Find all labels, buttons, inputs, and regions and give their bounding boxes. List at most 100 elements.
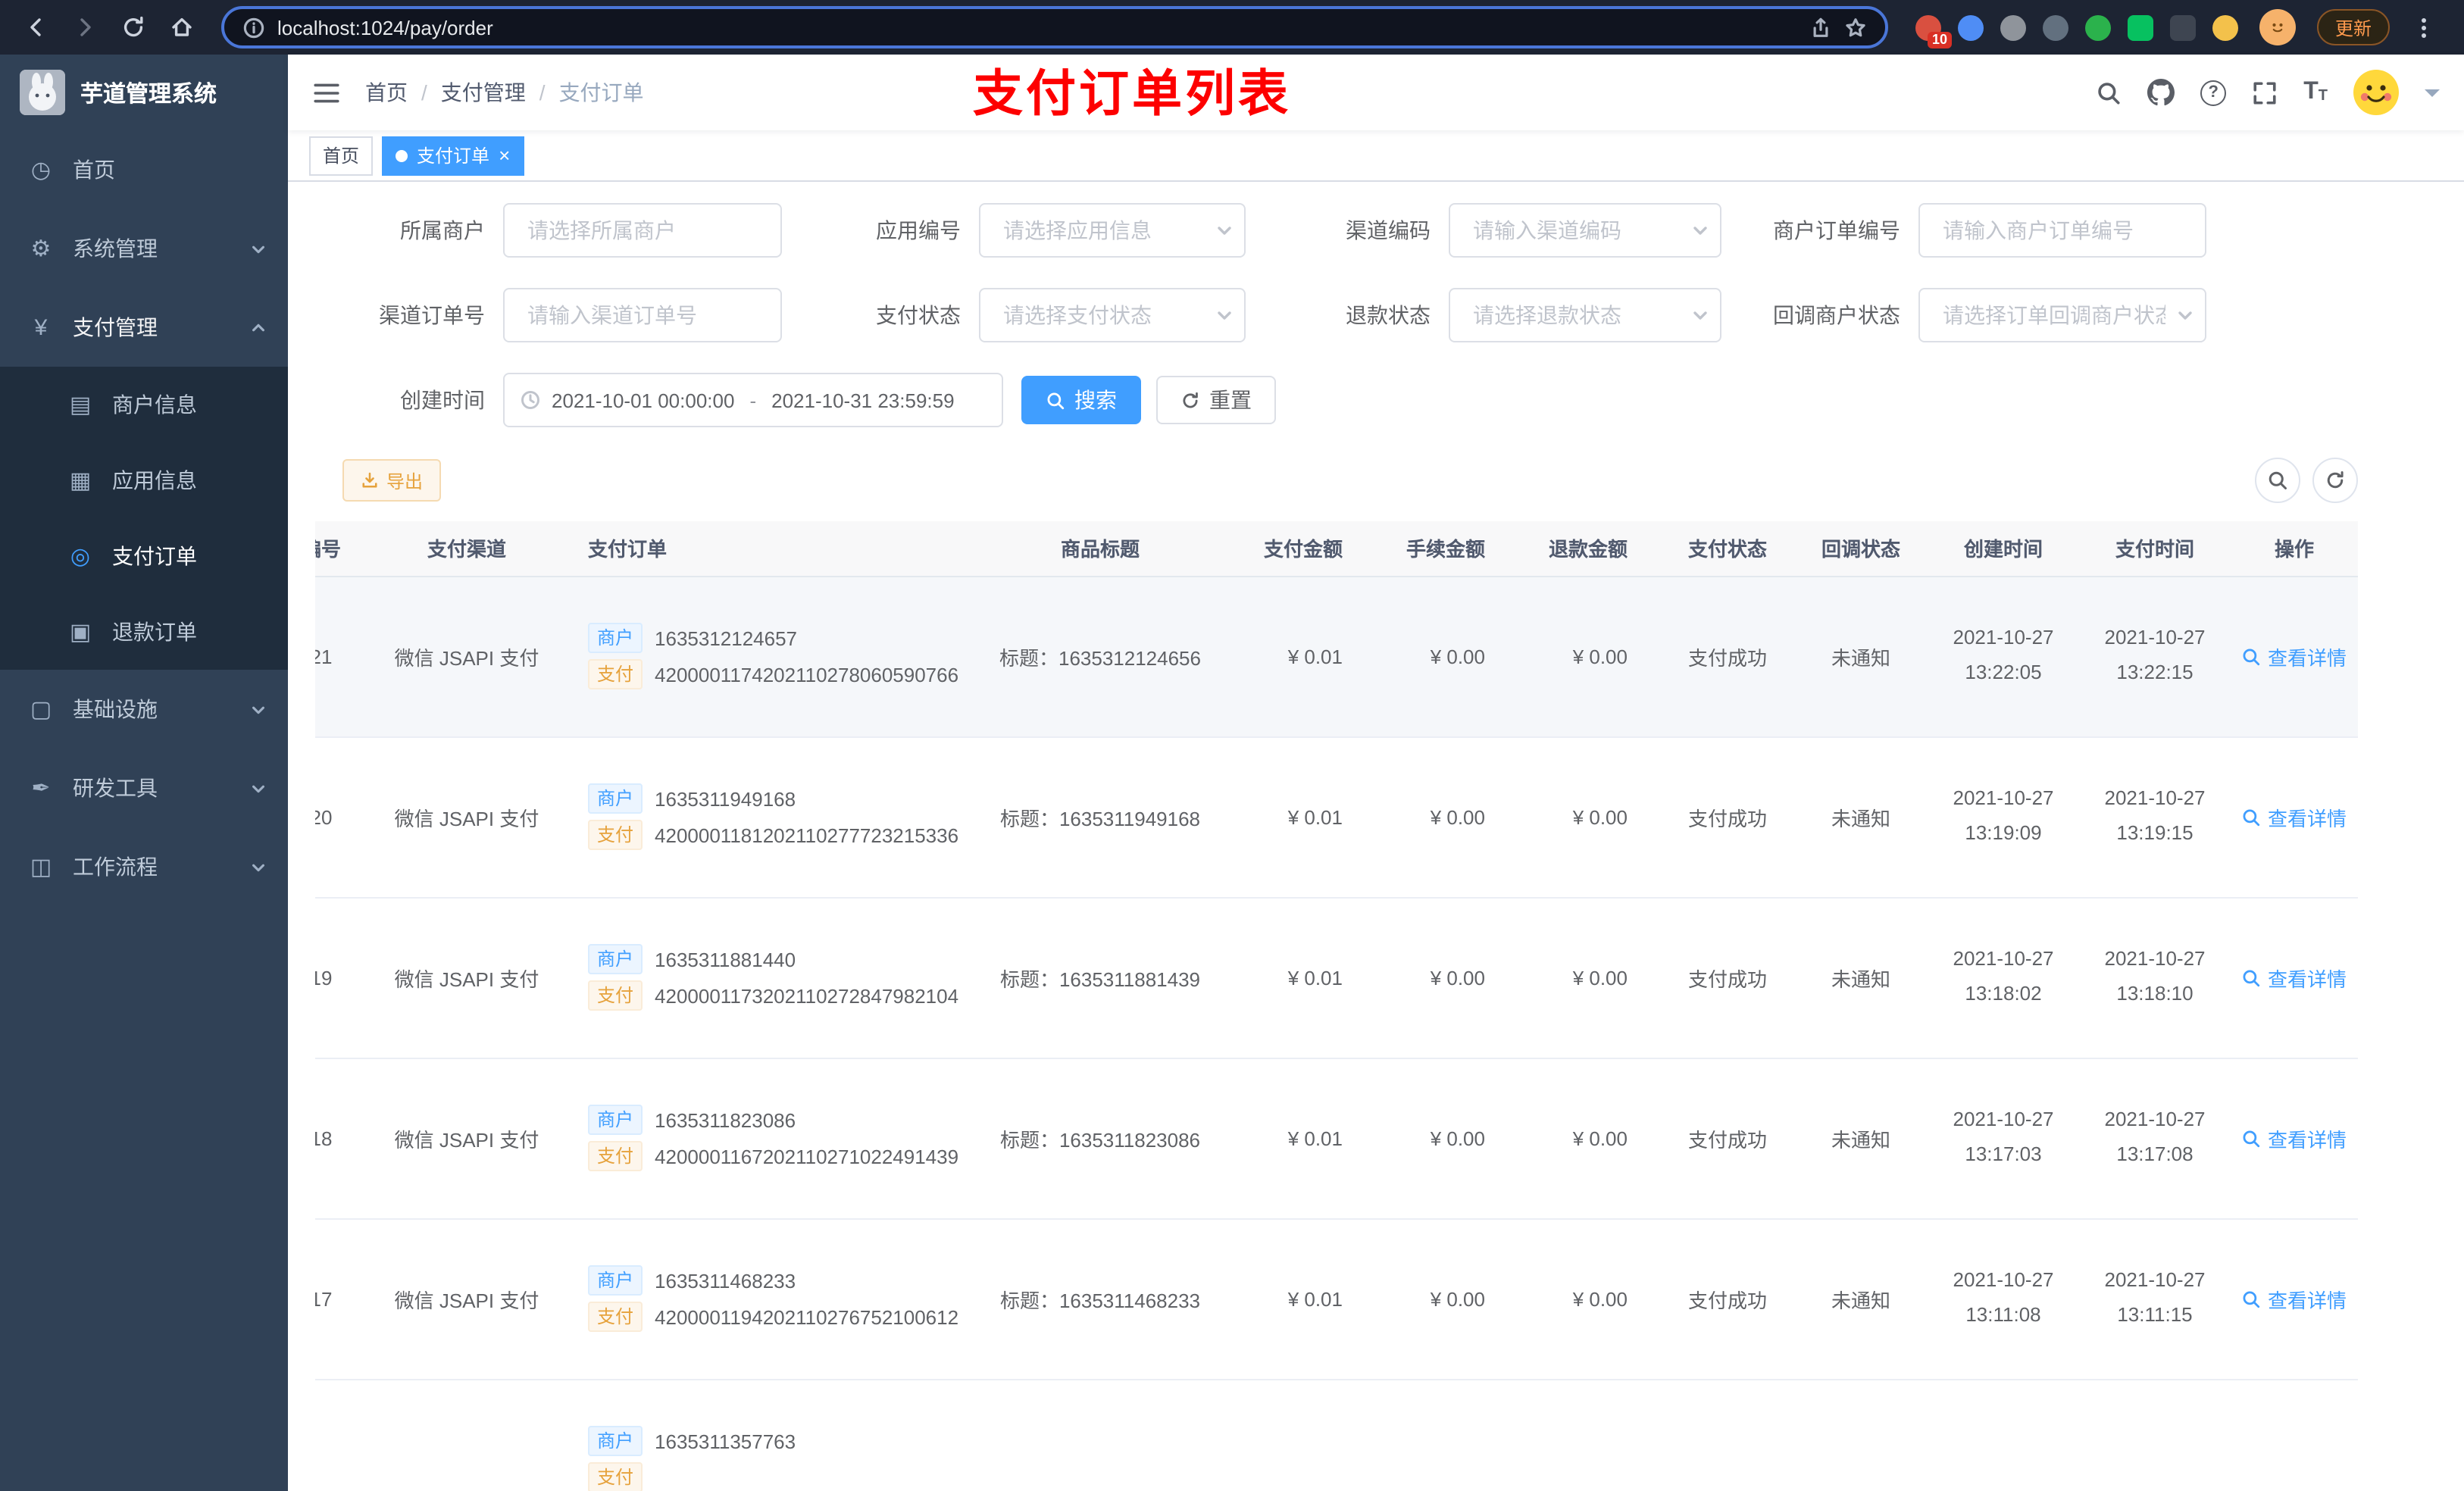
order-cell: 商户 1635311468233 支付 4200001194202110276752… [567,1218,967,1380]
extension-icon[interactable] [1958,14,1984,40]
refund-status-select[interactable]: 请选择退款状态 [1449,288,1721,342]
app-title: 芋道管理系统 [80,81,217,107]
back-icon[interactable] [15,6,58,48]
home-icon[interactable] [161,6,203,48]
col-title: 商品标题 [967,521,1234,577]
user-avatar[interactable] [2353,70,2399,115]
workflow-icon: ◫ [30,855,52,880]
extension-icon[interactable] [2085,14,2111,40]
title-cell: 标题：1635311468233 [967,1218,1234,1380]
sidebar-item-payment[interactable]: ¥ 支付管理 [0,288,288,367]
fullscreen-icon[interactable] [2252,80,2278,105]
card-icon: ▤ [69,392,92,418]
grid-icon: ▦ [69,468,92,494]
filter-row-3: 创建时间 2021-10-01 00:00:00 - 2021-10-31 23… [315,373,2358,427]
date-start[interactable]: 2021-10-01 00:00:00 [552,389,734,411]
breadcrumb: 首页 / 支付管理 / 支付订单 [365,77,644,108]
col-channel: 支付渠道 [367,521,567,577]
channel-code-select[interactable]: 请输入渠道编码 [1449,203,1721,258]
export-button[interactable]: 导出 [342,459,442,502]
view-detail-link[interactable]: 查看详情 [2242,642,2347,670]
caret-down-icon[interactable] [2425,89,2440,105]
col-notify: 回调状态 [1794,521,1928,577]
sidebar-item-merchant-info[interactable]: ▤ 商户信息 [0,367,288,442]
bookmark-star-icon[interactable] [1844,16,1867,39]
view-detail-link[interactable]: 查看详情 [2242,1124,2347,1152]
screen: localhost:1024/pay/order 10 更新 芋道管理系统 ◷ … [0,0,2464,1491]
extension-icon[interactable] [2000,14,2026,40]
pay-status-select[interactable]: 请选择支付状态 [979,288,1246,342]
sidebar-item-dev-tools[interactable]: ✒ 研发工具 [0,749,288,827]
browser-toolbar: localhost:1024/pay/order 10 更新 [0,0,2464,55]
search-icon[interactable] [2096,80,2122,105]
channel-code-label: 渠道编码 [1346,218,1431,242]
title-cell: 标题：1635312124656 [967,576,1234,737]
forward-icon[interactable] [64,6,106,48]
breadcrumb-home[interactable]: 首页 [365,77,408,108]
merchant-input[interactable] [503,203,782,258]
share-icon[interactable] [1809,16,1832,39]
merchant-order-no-input[interactable] [1918,203,2206,258]
date-end[interactable]: 2021-10-31 23:59:59 [771,389,954,411]
orders-table: 编号 支付渠道 支付订单 商品标题 支付金额 手续金额 退款金额 支付状态 回调… [315,521,2358,1491]
extension-badge: 10 [1927,31,1952,48]
address-bar[interactable]: localhost:1024/pay/order [221,6,1888,48]
sidebar-item-home[interactable]: ◷ 首页 [0,130,288,209]
extension-icon[interactable] [2128,14,2153,40]
navbar-actions: ? TT [2096,70,2440,115]
browser-profile-avatar[interactable] [2259,9,2296,45]
site-info-icon[interactable] [242,16,265,39]
font-size-icon[interactable]: TT [2303,80,2328,105]
extension-icon[interactable] [2170,14,2196,40]
chevron-down-icon [250,780,267,796]
date-range-input[interactable]: 2021-10-01 00:00:00 - 2021-10-31 23:59:5… [503,373,1003,427]
merchant-tag: 商户 [588,1426,643,1456]
sidebar-item-workflow[interactable]: ◫ 工作流程 [0,827,288,906]
target-icon: ◎ [70,544,91,570]
extension-icon[interactable] [2212,14,2238,40]
chevron-down-icon [1691,221,1709,239]
reload-icon[interactable] [112,6,155,48]
browser-update-button[interactable]: 更新 [2317,9,2391,45]
col-action: 操作 [2231,521,2358,577]
view-detail-link[interactable]: 查看详情 [2242,802,2347,831]
sidebar-item-infrastructure[interactable]: ▢ 基础设施 [0,670,288,749]
logo-image [20,70,65,115]
app-logo[interactable]: 芋道管理系统 [0,55,288,130]
help-icon[interactable]: ? [2200,80,2227,105]
search-button[interactable]: 搜索 [1021,376,1141,424]
view-detail-link[interactable]: 查看详情 [2242,1284,2347,1313]
browser-menu-icon[interactable] [2408,17,2438,37]
toggle-search-icon[interactable] [2255,458,2300,503]
callback-status-select[interactable]: 请选择订单回调商户状态 [1918,288,2206,342]
clock-icon [520,389,541,411]
channel-order-no-label: 渠道订单号 [379,303,485,327]
reset-button[interactable]: 重置 [1156,376,1276,424]
view-detail-link[interactable]: 查看详情 [2242,963,2347,992]
sidebar-item-app-info[interactable]: ▦ 应用信息 [0,442,288,518]
sidebar-item-refund-order[interactable]: ▣ 退款订单 [0,594,288,670]
sidebar-item-pay-order[interactable]: ◎ 支付订单 [0,518,288,594]
sidebar-item-system[interactable]: ⚙ 系统管理 [0,209,288,288]
table-header-row: 编号 支付渠道 支付订单 商品标题 支付金额 手续金额 退款金额 支付状态 回调… [315,521,2358,577]
url-text[interactable]: localhost:1024/pay/order [277,16,1797,39]
refresh-icon[interactable] [2312,458,2358,503]
channel-order-no-input[interactable] [503,288,782,342]
tab-pay-order[interactable]: 支付订单 × [382,136,524,175]
order-cell: 商户 1635311357763 支付 [567,1379,967,1491]
extension-icon[interactable]: 10 [1915,14,1952,48]
chevron-down-icon [2176,306,2194,324]
extension-icon[interactable] [2043,14,2068,40]
extensions-area: 10 [1915,14,2238,48]
sidebar-toggle-icon[interactable] [312,78,341,107]
title-cell: 标题：1635311881439 [967,897,1234,1058]
document-icon: ▣ [69,620,92,645]
tab-home[interactable]: 首页 [309,136,374,175]
chevron-down-icon [1691,306,1709,324]
breadcrumb-payment[interactable]: 支付管理 [441,77,526,108]
filter-row-2: 渠道订单号 支付状态 请选择支付状态 退款状态 请选择退款状态 回调商户状态 请… [315,288,2358,342]
chevron-down-icon [250,858,267,875]
tab-close-icon[interactable]: × [499,145,510,165]
app-select[interactable]: 请选择应用信息 [979,203,1246,258]
github-icon[interactable] [2147,79,2175,106]
